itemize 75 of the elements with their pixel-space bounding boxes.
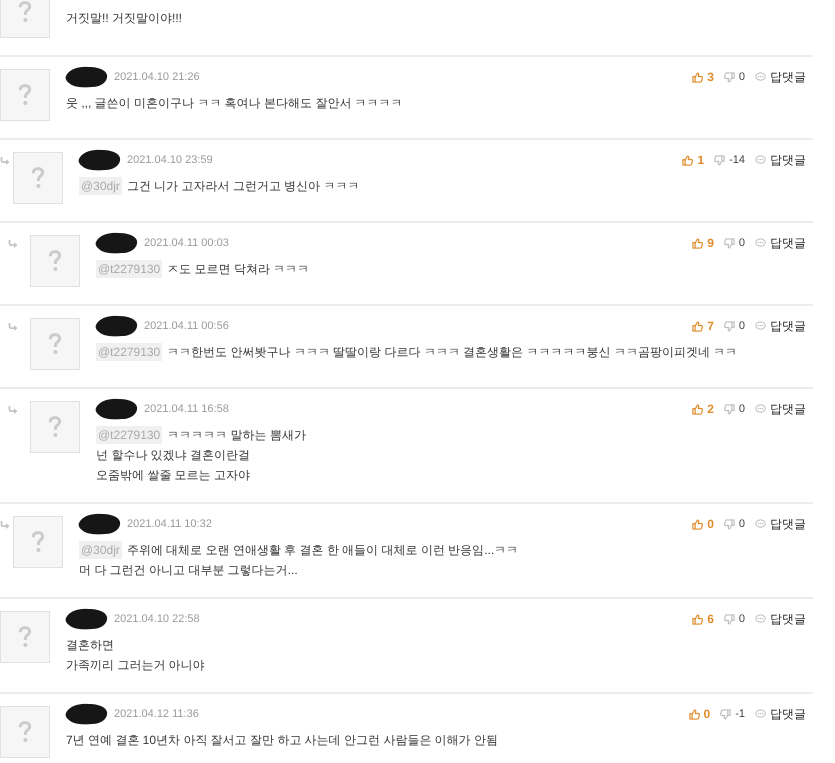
thumbs-down-icon — [724, 518, 735, 530]
thumbs-down-icon — [724, 238, 735, 248]
question-mark-icon — [18, 84, 32, 106]
comment-date: 2021.04.10 23:59 — [127, 154, 213, 166]
comment-text: 주위에 대체로 오랜 연애생활 후 결혼 한 애들이 대체로 이런 반응임...ㅋㅋ — [126, 542, 518, 559]
dislike-button[interactable]: 0 — [724, 403, 745, 415]
comment-date: 2021.04.11 00:56 — [144, 320, 229, 332]
comment-text: 그건 니가 고자라서 그런거고 병신아 ㅋㅋㅋ — [126, 178, 360, 195]
dislike-button[interactable]: 0 — [724, 320, 745, 332]
question-mark-icon — [18, 1, 32, 23]
dislike-button[interactable]: -14 — [714, 154, 745, 166]
comment-text: 머 다 그런건 아니고 대부분 그렇다는거... — [79, 562, 298, 579]
reply-button[interactable]: 답댓글 — [755, 516, 806, 532]
comment-text: ㅋㅋ한번도 안써봣구나 ㅋㅋㅋ 딸딸이랑 다르다 ㅋㅋㅋ 결혼생활은 ㅋㅋㅋㅋㅋ붕신 ㅋㅋ곰팡이피겟네 ㅋㅋ — [167, 344, 738, 361]
thumbs-up-icon — [692, 238, 704, 248]
reply-arrow-icon — [8, 240, 18, 248]
comment-date: 2021.04.11 10:32 — [127, 518, 212, 530]
question-mark-icon — [31, 531, 45, 553]
comment-text: 가족끼리 그러는거 아니야 — [66, 657, 205, 674]
speech-bubble-icon — [755, 155, 766, 165]
thumbs-up-icon — [692, 404, 704, 414]
thumbs-down-icon — [714, 154, 726, 166]
speech-bubble-icon — [755, 519, 766, 529]
reply-button[interactable]: 답댓글 — [755, 152, 806, 168]
comment-text: 7년 연예 결혼 10년차 아직 잘서고 잘만 하고 사는데 안그런 사람들은 이해가 안됨 — [66, 732, 498, 749]
comment-text: 거짓말!! 거짓말이야!!! — [66, 10, 182, 27]
comment-date: 2021.04.12 11:36 — [114, 708, 199, 720]
reply-arrow-icon — [8, 323, 18, 331]
reply-button[interactable]: 답댓글 — [755, 610, 806, 628]
question-mark-icon — [48, 416, 62, 438]
comment-text: 넌 할수나 있겠냐 결혼이란걸 — [96, 447, 250, 464]
question-mark-icon — [18, 626, 32, 648]
thumbs-down-icon — [720, 708, 732, 720]
thumbs-up-icon — [692, 614, 704, 624]
dislike-button[interactable]: 0 — [724, 518, 745, 530]
comment-text: 오줌밖에 쌀줄 모르는 고자야 — [96, 467, 250, 484]
thumbs-down-icon — [724, 72, 735, 82]
reply-button[interactable]: 답댓글 — [755, 234, 806, 252]
reply-button[interactable]: 답댓글 — [755, 68, 806, 86]
thumbs-up-icon — [688, 708, 700, 720]
reply-arrow-icon — [0, 521, 10, 529]
thumbs-up-icon — [692, 320, 704, 332]
question-mark-icon — [48, 333, 62, 355]
comment-text: ㅋㅋㅋㅋㅋ 말하는 뽐새가 — [167, 427, 306, 444]
speech-bubble-icon — [755, 321, 766, 331]
dislike-button[interactable]: 0 — [724, 613, 745, 625]
speech-bubble-icon — [755, 404, 766, 414]
speech-bubble-icon — [755, 238, 766, 248]
thumbs-down-icon — [724, 614, 735, 624]
speech-bubble-icon — [755, 72, 766, 82]
question-mark-icon — [48, 250, 62, 272]
comment-date: 2021.04.11 16:58 — [144, 403, 229, 415]
speech-bubble-icon — [755, 614, 766, 624]
thumbs-up-icon — [692, 518, 704, 530]
comment-date: 2021.04.10 22:58 — [114, 613, 200, 625]
speech-bubble-icon — [755, 709, 766, 719]
thumbs-down-icon — [724, 320, 735, 332]
thumbs-up-icon — [682, 154, 694, 166]
dislike-button[interactable]: 0 — [724, 237, 745, 249]
comment-date: 2021.04.11 00:03 — [144, 237, 229, 249]
comment-date: 2021.04.10 21:26 — [114, 71, 200, 83]
question-mark-icon — [31, 167, 45, 189]
question-mark-icon — [18, 721, 32, 743]
thumbs-down-icon — [724, 404, 735, 414]
comment-text: 웃 ,,, 글쓴이 미혼이구나 ㅋㅋ 혹여나 본다해도 잘안서 ㅋㅋㅋㅋ — [66, 95, 403, 112]
reply-button[interactable]: 답댓글 — [755, 400, 806, 418]
reply-button[interactable]: 답댓글 — [755, 706, 806, 722]
reply-arrow-icon — [0, 157, 10, 165]
dislike-button[interactable]: -1 — [720, 708, 745, 720]
dislike-button[interactable]: 0 — [724, 71, 745, 83]
reply-arrow-icon — [8, 406, 18, 414]
comment-text: 결혼하면 — [66, 637, 114, 654]
thumbs-up-icon — [692, 72, 704, 82]
reply-button[interactable]: 답댓글 — [755, 318, 806, 334]
comment-text: ㅈ도 모르면 닥쳐라 ㅋㅋㅋ — [167, 261, 310, 278]
